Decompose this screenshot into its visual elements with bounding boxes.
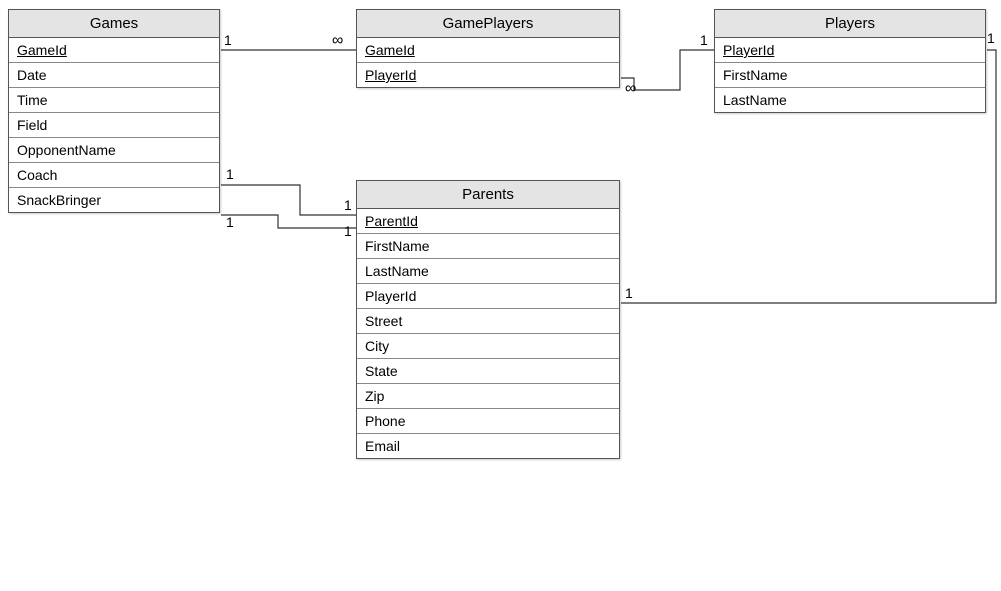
field-parents-state: State (357, 359, 619, 384)
entity-players-title: Players (715, 10, 985, 38)
field-games-field: Field (9, 113, 219, 138)
entity-gameplayers: GamePlayers GameId PlayerId (356, 9, 620, 88)
field-parents-parentid: ParentId (357, 209, 619, 234)
card-games-gameplayers-one: 1 (224, 32, 232, 48)
field-parents-email: Email (357, 434, 619, 458)
field-parents-street: Street (357, 309, 619, 334)
field-games-snackbringer: SnackBringer (9, 188, 219, 212)
field-games-gameid: GameId (9, 38, 219, 63)
card-games-snack-one: 1 (226, 214, 234, 230)
card-parents-coach-one: 1 (344, 197, 352, 213)
card-games-coach-one: 1 (226, 166, 234, 182)
card-players-parents-one-top: 1 (987, 30, 995, 46)
card-players-parents-one-bottom: 1 (625, 285, 633, 301)
card-players-gameplayers-many: ∞ (625, 80, 636, 98)
card-games-gameplayers-many: ∞ (332, 32, 343, 50)
entity-parents-title: Parents (357, 181, 619, 209)
field-parents-lastname: LastName (357, 259, 619, 284)
card-players-gameplayers-one: 1 (700, 32, 708, 48)
field-players-firstname: FirstName (715, 63, 985, 88)
card-parents-snack-one: 1 (344, 223, 352, 239)
field-parents-phone: Phone (357, 409, 619, 434)
field-players-playerid: PlayerId (715, 38, 985, 63)
field-players-lastname: LastName (715, 88, 985, 112)
field-parents-zip: Zip (357, 384, 619, 409)
field-games-time: Time (9, 88, 219, 113)
entity-games-title: Games (9, 10, 219, 38)
entity-players: Players PlayerId FirstName LastName (714, 9, 986, 113)
entity-games: Games GameId Date Time Field OpponentNam… (8, 9, 220, 213)
field-games-date: Date (9, 63, 219, 88)
field-gameplayers-gameid: GameId (357, 38, 619, 63)
field-parents-playerid: PlayerId (357, 284, 619, 309)
entity-gameplayers-title: GamePlayers (357, 10, 619, 38)
entity-parents: Parents ParentId FirstName LastName Play… (356, 180, 620, 459)
field-parents-firstname: FirstName (357, 234, 619, 259)
field-gameplayers-playerid: PlayerId (357, 63, 619, 87)
field-games-opponentname: OpponentName (9, 138, 219, 163)
field-parents-city: City (357, 334, 619, 359)
field-games-coach: Coach (9, 163, 219, 188)
